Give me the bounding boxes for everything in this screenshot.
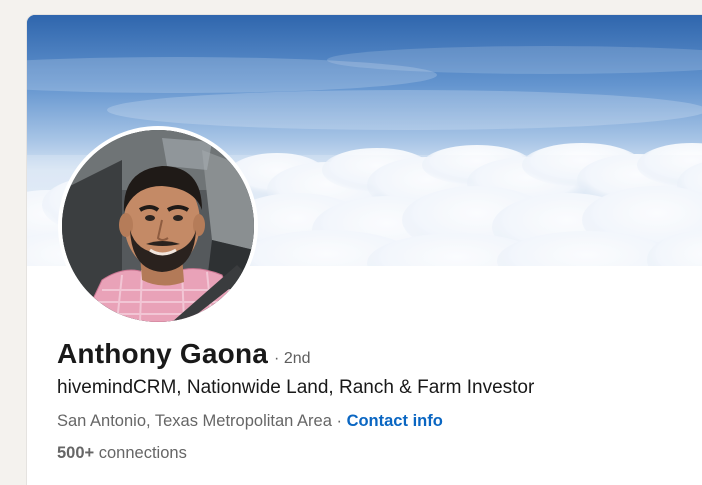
- connections-link[interactable]: 500+ connections: [57, 444, 187, 463]
- connections-count: 500+: [57, 444, 95, 462]
- name-row: Anthony Gaona · 2nd: [57, 338, 311, 370]
- profile-name: Anthony Gaona: [57, 338, 269, 369]
- connections-label: connections: [94, 444, 187, 462]
- separator-dot: ·: [331, 412, 347, 430]
- connection-degree: · 2nd: [274, 350, 311, 367]
- profile-photo-image: [62, 130, 254, 322]
- profile-location: San Antonio, Texas Metropolitan Area: [57, 412, 332, 430]
- avatar[interactable]: [58, 126, 258, 326]
- profile-photo: [62, 130, 254, 322]
- profile-headline: hivemindCRM, Nationwide Land, Ranch & Fa…: [57, 377, 535, 398]
- location-row: San Antonio, Texas Metropolitan Area · C…: [57, 412, 443, 431]
- profile-card: Anthony Gaona · 2nd hivemindCRM, Nationw…: [27, 15, 702, 485]
- contact-info-link[interactable]: Contact info: [347, 412, 443, 430]
